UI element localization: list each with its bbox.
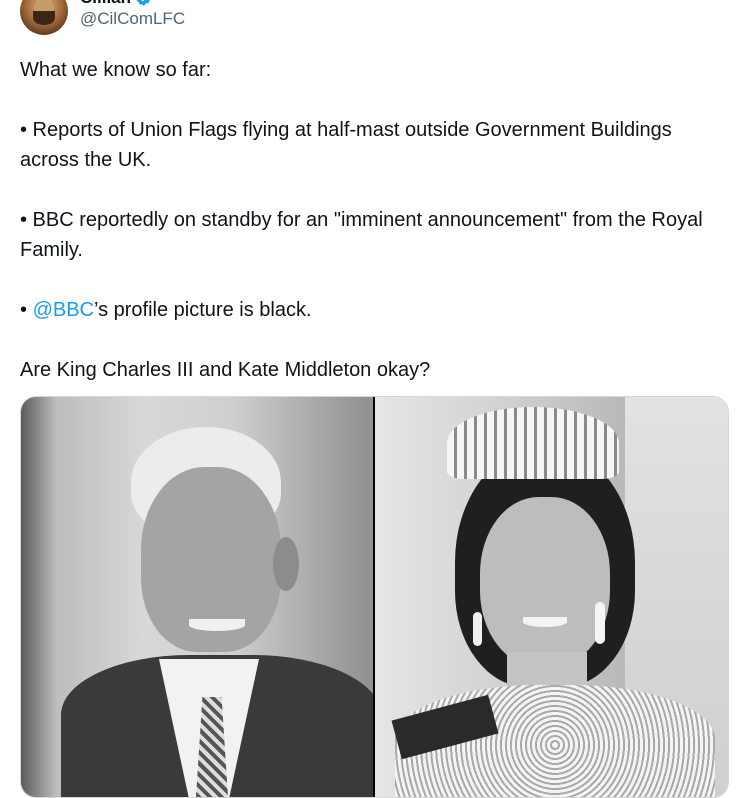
bbc-mention-link[interactable]: @BBC xyxy=(33,299,94,321)
author-name-row[interactable]: Cillian xyxy=(80,0,153,8)
author-handle[interactable]: @CilComLFC xyxy=(80,9,185,29)
tweet-paragraph: Are King Charles III and Kate Middleton … xyxy=(20,359,431,381)
mention-suffix: ’s profile picture is black. xyxy=(94,299,312,321)
photo-earring xyxy=(473,612,482,646)
king-charles-photo[interactable] xyxy=(21,397,373,797)
author-avatar[interactable] xyxy=(20,0,68,35)
bullet-prefix: • xyxy=(20,299,33,321)
photo-earring xyxy=(595,602,605,644)
photo-ear xyxy=(273,537,299,591)
tweet-paragraph: • BBC reportedly on standby for an "immi… xyxy=(20,209,703,261)
tweet-media[interactable] xyxy=(20,396,729,798)
avatar-beard xyxy=(33,11,55,25)
photo-face xyxy=(480,497,610,667)
tweet-paragraph: • @BBC’s profile picture is black. xyxy=(20,295,720,325)
photo-tiara xyxy=(447,407,619,479)
tweet-text: What we know so far: • Reports of Union … xyxy=(20,55,720,385)
tweet-paragraph: What we know so far: xyxy=(20,59,212,81)
photo-smile xyxy=(189,619,245,631)
verified-badge-icon xyxy=(136,0,151,6)
kate-middleton-photo[interactable] xyxy=(375,397,728,797)
tweet-paragraph: • Reports of Union Flags flying at half-… xyxy=(20,119,672,171)
author-display-name[interactable]: Cillian xyxy=(80,0,131,8)
photo-smile xyxy=(523,617,567,627)
